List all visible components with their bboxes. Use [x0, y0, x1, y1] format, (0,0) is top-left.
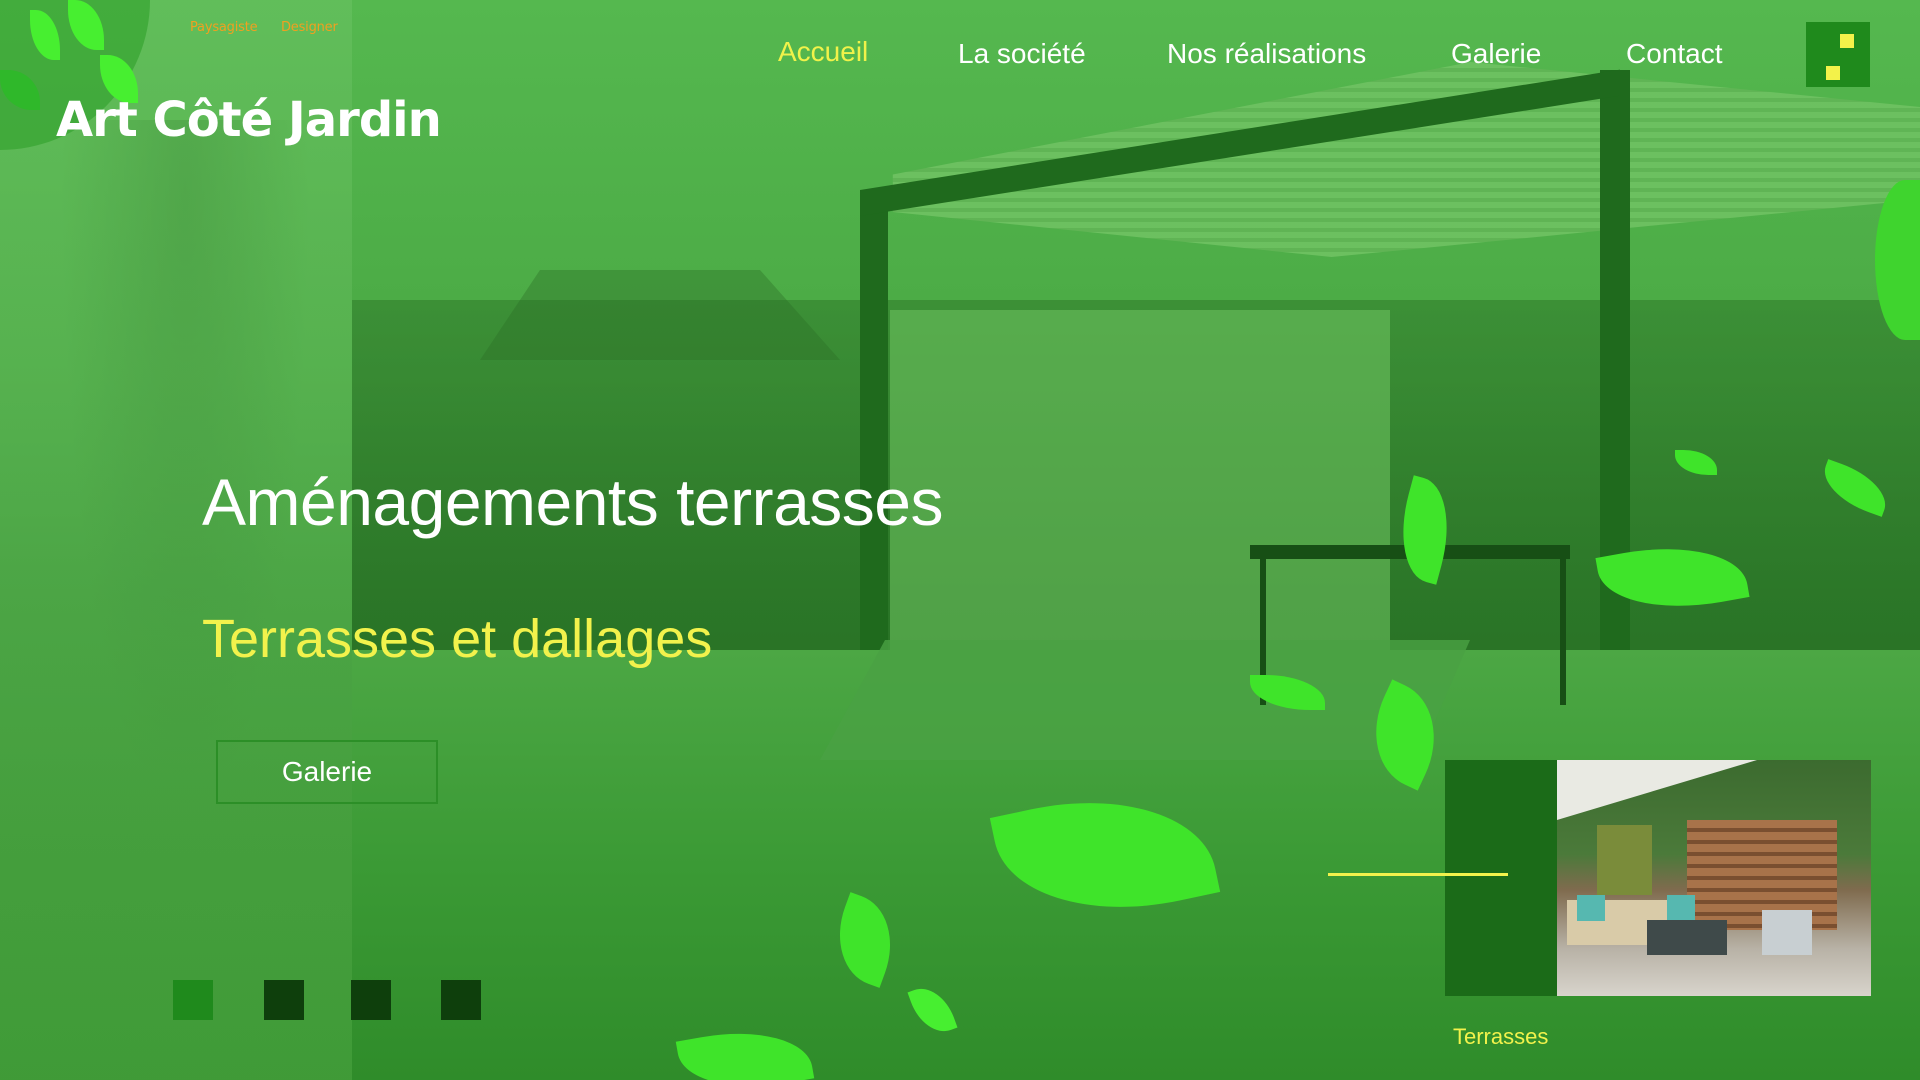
- brand-logo[interactable]: Art Côté Jardin: [56, 92, 442, 148]
- wall-art: [1597, 825, 1652, 895]
- slider-dot-2[interactable]: [264, 980, 304, 1020]
- menu-button[interactable]: [1806, 22, 1870, 87]
- slider-dot-3[interactable]: [351, 980, 391, 1020]
- cushion: [1667, 895, 1695, 921]
- galerie-button[interactable]: Galerie: [216, 740, 438, 804]
- hero-title: Aménagements terrasses: [202, 465, 944, 539]
- background-fence: [890, 310, 1390, 660]
- hero-subtitle: Terrasses et dallages: [202, 609, 713, 669]
- slide-progress-line: [1328, 873, 1508, 876]
- coffee-table: [1647, 920, 1727, 955]
- slide-preview-panel: [1445, 760, 1557, 996]
- slider-dot-4[interactable]: [441, 980, 481, 1020]
- nav-item-la-societe[interactable]: La société: [958, 38, 1086, 70]
- left-overlay-panel: [0, 0, 352, 1080]
- cushion: [1577, 895, 1605, 921]
- planter: [1762, 910, 1812, 955]
- slider-dot-1[interactable]: [173, 980, 213, 1020]
- pergola-post: [860, 190, 888, 710]
- grid-menu-icon: [1826, 66, 1840, 80]
- brand-tagline-designer: Designer: [281, 20, 338, 35]
- nav-item-nos-realisations[interactable]: Nos réalisations: [1167, 38, 1366, 70]
- table-leg: [1560, 555, 1566, 705]
- nav-item-galerie[interactable]: Galerie: [1451, 38, 1541, 70]
- nav-item-accueil[interactable]: Accueil: [778, 36, 868, 68]
- brand-tagline-paysagiste: Paysagiste: [190, 20, 258, 35]
- terrace-deck: [820, 640, 1470, 760]
- shade-sail: [1557, 760, 1757, 820]
- grid-menu-icon: [1840, 34, 1854, 48]
- nav-item-contact[interactable]: Contact: [1626, 38, 1723, 70]
- terrasses-thumbnail[interactable]: [1557, 760, 1871, 996]
- slide-preview-label[interactable]: Terrasses: [1453, 1024, 1548, 1050]
